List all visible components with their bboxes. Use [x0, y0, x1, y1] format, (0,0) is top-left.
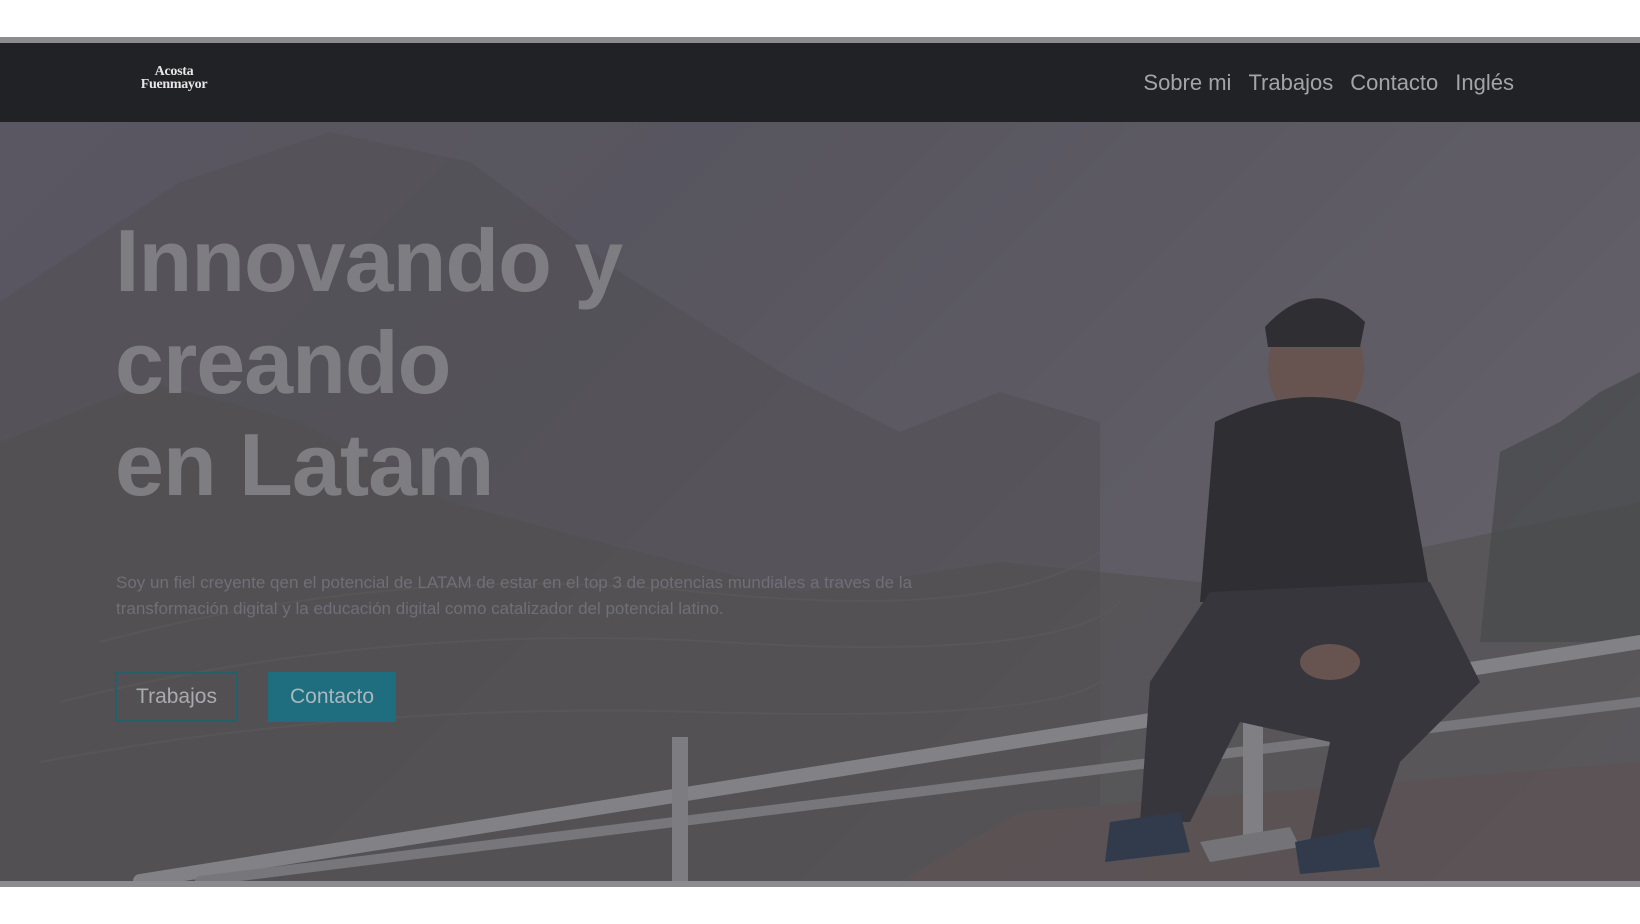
- nav-link-contacto[interactable]: Contacto: [1350, 70, 1438, 96]
- hero-title: Innovando y creando en Latam: [115, 210, 623, 516]
- page-frame: Acosta Fuenmayor Sobre mi Trabajos Conta…: [0, 37, 1640, 887]
- logo-line-2: Fuenmayor: [140, 77, 208, 92]
- hero-title-line-2: creando: [115, 313, 451, 412]
- nav-menu: Sobre mi Trabajos Contacto Inglés: [1143, 43, 1514, 122]
- trabajos-button[interactable]: Trabajos: [115, 672, 238, 722]
- hero-title-line-3: en Latam: [115, 415, 494, 514]
- hero-section: Innovando y creando en Latam Soy un fiel…: [0, 122, 1640, 881]
- nav-link-sobre-mi[interactable]: Sobre mi: [1143, 70, 1231, 96]
- nav-link-trabajos[interactable]: Trabajos: [1248, 70, 1333, 96]
- contacto-button[interactable]: Contacto: [268, 672, 396, 722]
- hero-description: Soy un fiel creyente qen el potencial de…: [116, 573, 913, 618]
- hero-title-line-1: Innovando y: [115, 211, 623, 310]
- nav-link-ingles[interactable]: Inglés: [1455, 70, 1514, 96]
- navbar: Acosta Fuenmayor Sobre mi Trabajos Conta…: [0, 43, 1640, 122]
- logo[interactable]: Acosta Fuenmayor: [134, 65, 214, 92]
